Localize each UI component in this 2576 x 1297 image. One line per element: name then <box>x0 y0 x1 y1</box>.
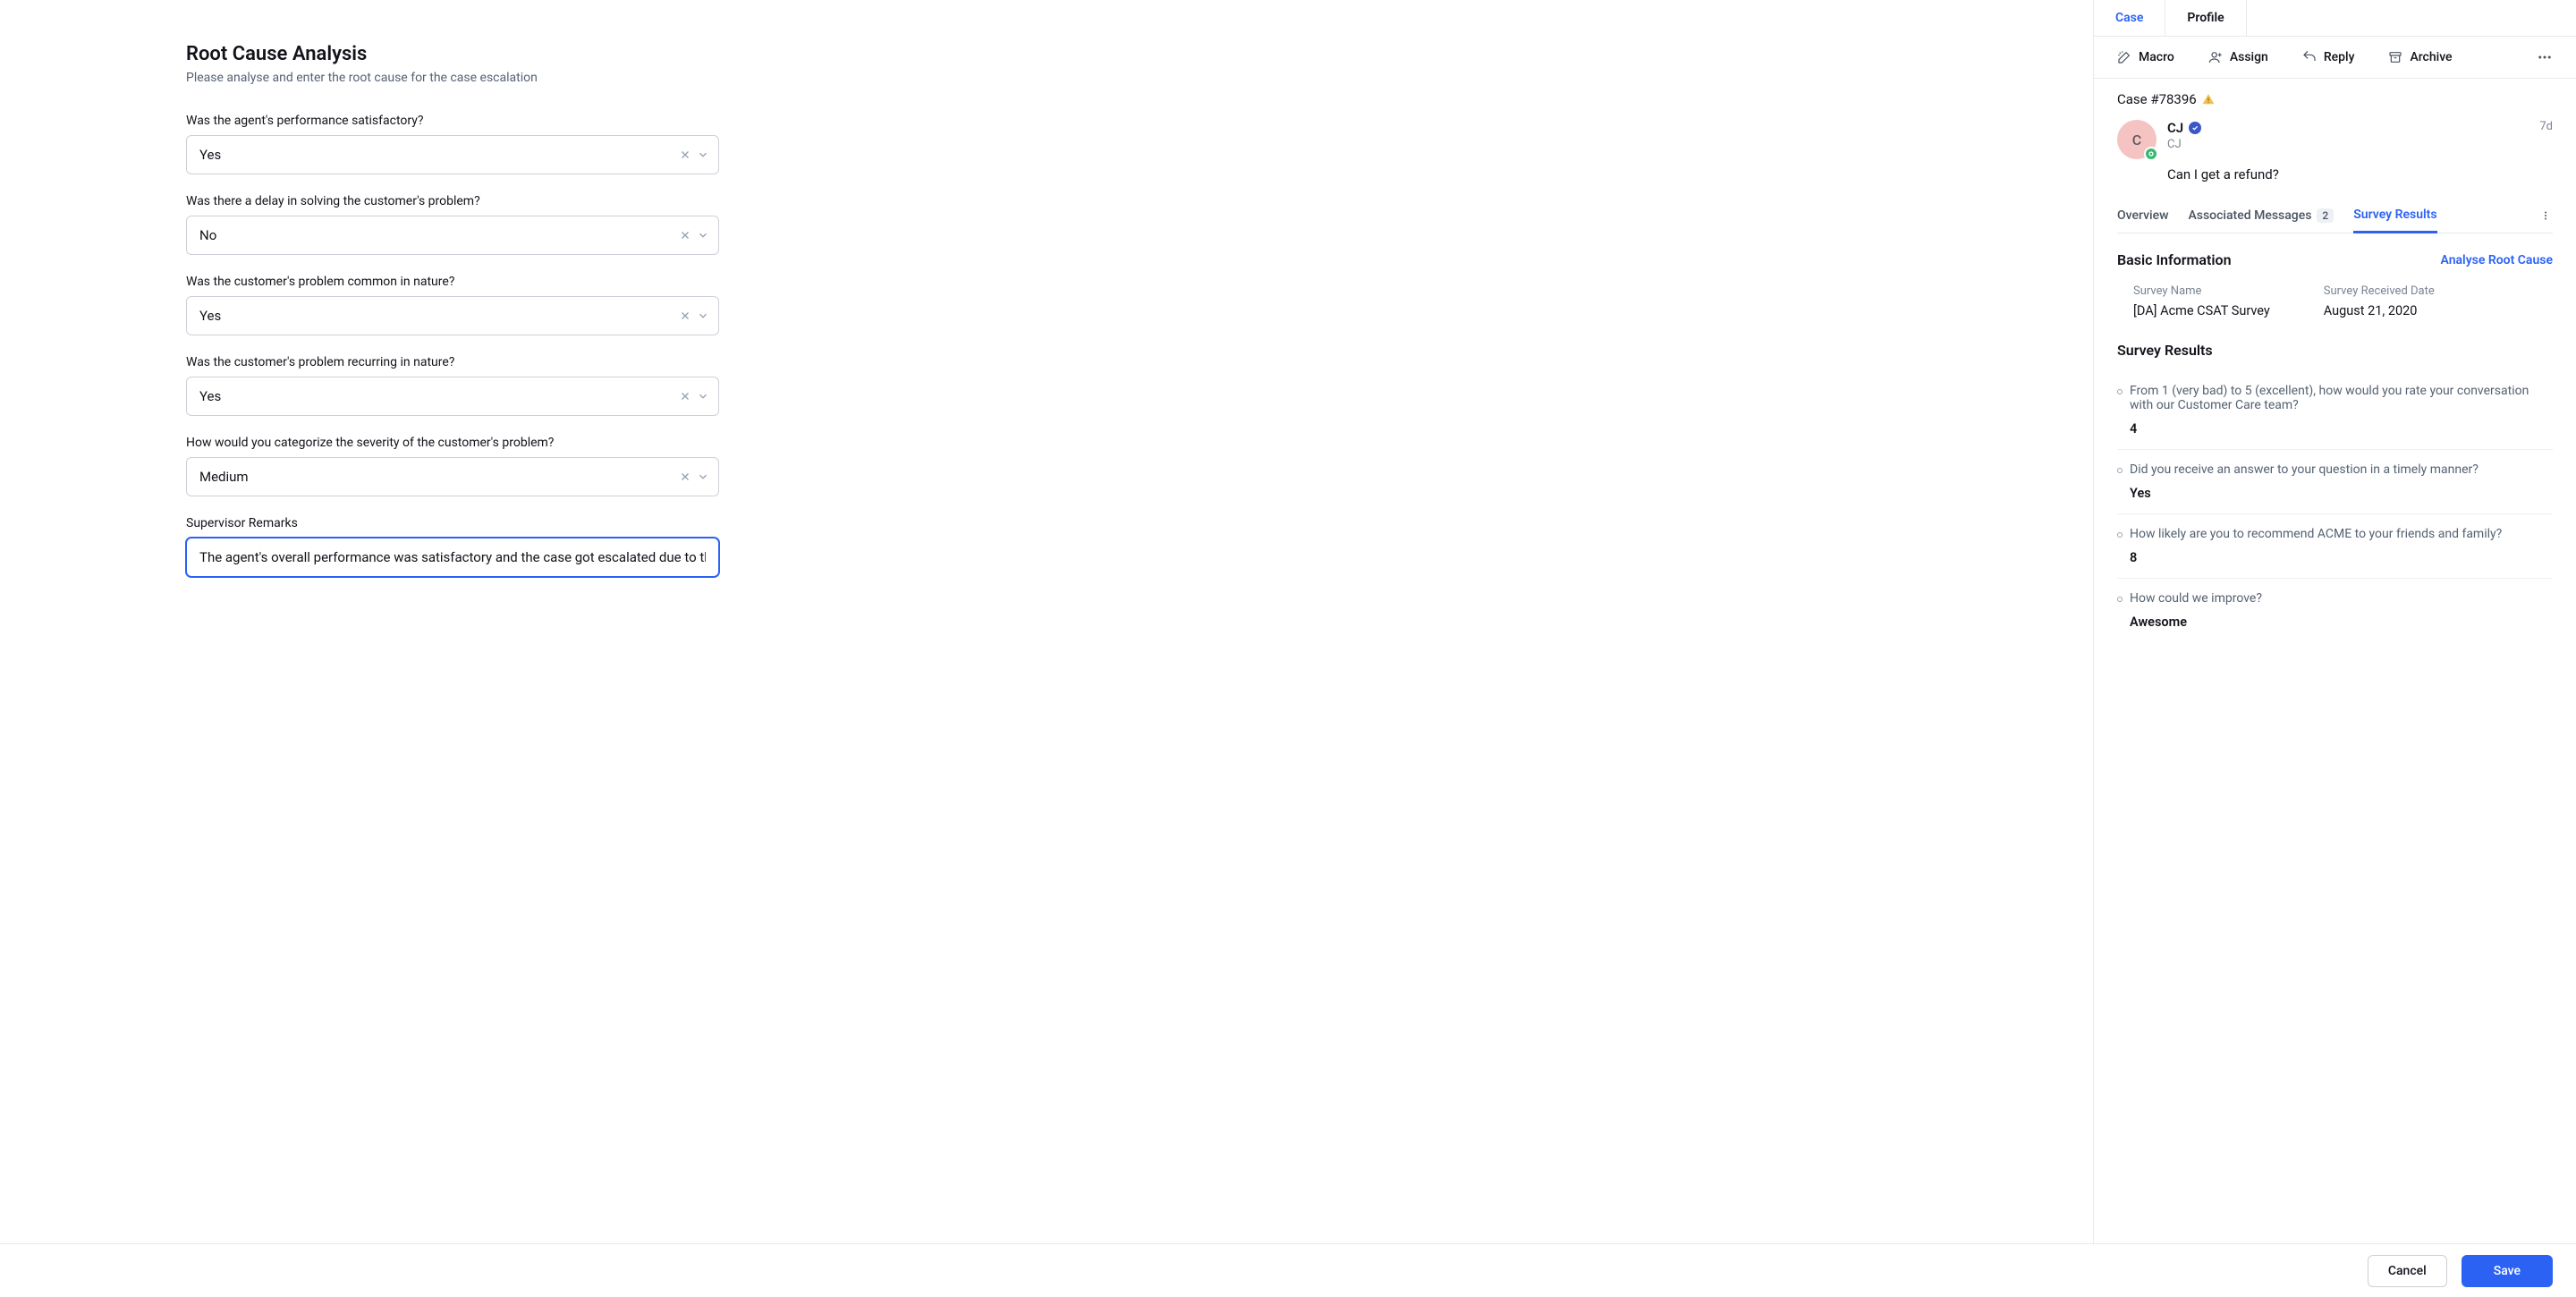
case-id: Case #78396 <box>2117 91 2197 107</box>
avatar-initial: C <box>2132 131 2141 148</box>
top-tabs: Case Profile <box>2094 0 2576 37</box>
select-value: No <box>199 227 216 243</box>
archive-button[interactable]: Archive <box>2388 50 2452 64</box>
reply-icon <box>2302 50 2317 64</box>
supervisor-remarks-input[interactable] <box>186 538 719 577</box>
chevron-down-icon[interactable] <box>697 148 709 161</box>
bullet-icon <box>2117 597 2123 602</box>
survey-item: How could we improve? Awesome <box>2117 579 2553 642</box>
survey-item: Did you receive an answer to your questi… <box>2117 450 2553 514</box>
contact-sub: CJ <box>2167 138 2529 151</box>
verified-badge-icon <box>2189 122 2201 134</box>
field-label-severity: How would you categorize the severity of… <box>186 436 2093 450</box>
select-value: Yes <box>199 147 221 163</box>
select-value: Medium <box>199 469 249 485</box>
survey-question: How likely are you to recommend ACME to … <box>2130 527 2502 541</box>
assign-label: Assign <box>2230 50 2268 64</box>
archive-icon <box>2388 50 2402 64</box>
macro-button[interactable]: Macro <box>2117 50 2174 64</box>
select-recurring[interactable]: Yes <box>186 377 719 416</box>
field-label-remarks: Supervisor Remarks <box>186 516 2093 530</box>
tab-case[interactable]: Case <box>2094 0 2165 36</box>
subtab-overview[interactable]: Overview <box>2117 199 2168 232</box>
bullet-icon <box>2117 468 2123 473</box>
select-performance[interactable]: Yes <box>186 135 719 174</box>
tab-profile[interactable]: Profile <box>2165 0 2246 36</box>
macro-label: Macro <box>2139 50 2174 64</box>
survey-question: Did you receive an answer to your questi… <box>2130 462 2479 477</box>
survey-item: From 1 (very bad) to 5 (excellent), how … <box>2117 371 2553 450</box>
avatar: C <box>2117 120 2157 159</box>
page-subtitle: Please analyse and enter the root cause … <box>186 71 719 85</box>
survey-name-label: Survey Name <box>2133 284 2270 298</box>
chevron-down-icon[interactable] <box>697 309 709 322</box>
warning-icon <box>2202 93 2215 106</box>
case-age: 7d <box>2539 120 2553 133</box>
select-severity[interactable]: Medium <box>186 457 719 496</box>
page-title: Root Cause Analysis <box>186 43 719 65</box>
basic-info-title: Basic Information <box>2117 251 2232 268</box>
subtab-assoc-label: Associated Messages <box>2188 208 2311 223</box>
select-common[interactable]: Yes <box>186 296 719 335</box>
wand-icon <box>2117 50 2131 64</box>
chevron-down-icon[interactable] <box>697 390 709 403</box>
survey-date-value: August 21, 2020 <box>2324 303 2435 318</box>
clear-icon[interactable] <box>679 470 691 483</box>
case-subject: Can I get a refund? <box>2167 166 2553 182</box>
archive-label: Archive <box>2410 50 2452 64</box>
survey-name-value: [DA] Acme CSAT Survey <box>2133 303 2270 318</box>
survey-question: From 1 (very bad) to 5 (excellent), how … <box>2130 384 2553 412</box>
clear-icon[interactable] <box>679 390 691 403</box>
select-value: Yes <box>199 308 221 324</box>
analyse-root-cause-link[interactable]: Analyse Root Cause <box>2441 253 2553 267</box>
field-label-delay: Was there a delay in solving the custome… <box>186 194 2093 208</box>
user-plus-icon <box>2208 50 2223 64</box>
contact-name: CJ <box>2167 120 2183 136</box>
presence-badge <box>2144 147 2158 161</box>
field-label-common: Was the customer's problem common in nat… <box>186 275 2093 289</box>
clear-icon[interactable] <box>679 229 691 242</box>
footer-bar: Cancel Save <box>0 1243 2576 1297</box>
more-actions-icon[interactable] <box>2537 49 2553 65</box>
field-label-recurring: Was the customer's problem recurring in … <box>186 355 2093 369</box>
clear-icon[interactable] <box>679 148 691 161</box>
survey-item: How likely are you to recommend ACME to … <box>2117 514 2553 579</box>
survey-answer: Awesome <box>2117 615 2553 630</box>
subtab-survey-results[interactable]: Survey Results <box>2353 199 2436 233</box>
subtab-associated-messages[interactable]: Associated Messages 2 <box>2188 199 2334 232</box>
survey-answer: Yes <box>2117 486 2553 501</box>
reply-button[interactable]: Reply <box>2302 50 2355 64</box>
select-value: Yes <box>199 388 221 404</box>
cancel-button[interactable]: Cancel <box>2368 1255 2447 1287</box>
assign-button[interactable]: Assign <box>2208 50 2268 64</box>
survey-results-title: Survey Results <box>2117 342 2553 359</box>
assoc-count-badge: 2 <box>2317 208 2334 223</box>
chevron-down-icon[interactable] <box>697 470 709 483</box>
save-button[interactable]: Save <box>2462 1255 2553 1287</box>
survey-answer: 4 <box>2117 421 2553 437</box>
chevron-down-icon[interactable] <box>697 229 709 242</box>
field-label-performance: Was the agent's performance satisfactory… <box>186 114 2093 128</box>
clear-icon[interactable] <box>679 309 691 322</box>
subtab-more-icon[interactable] <box>2540 210 2553 221</box>
bullet-icon <box>2117 532 2123 538</box>
survey-answer: 8 <box>2117 550 2553 565</box>
reply-label: Reply <box>2324 50 2355 64</box>
select-delay[interactable]: No <box>186 216 719 255</box>
survey-question: How could we improve? <box>2130 591 2262 606</box>
survey-date-label: Survey Received Date <box>2324 284 2435 298</box>
bullet-icon <box>2117 389 2123 394</box>
